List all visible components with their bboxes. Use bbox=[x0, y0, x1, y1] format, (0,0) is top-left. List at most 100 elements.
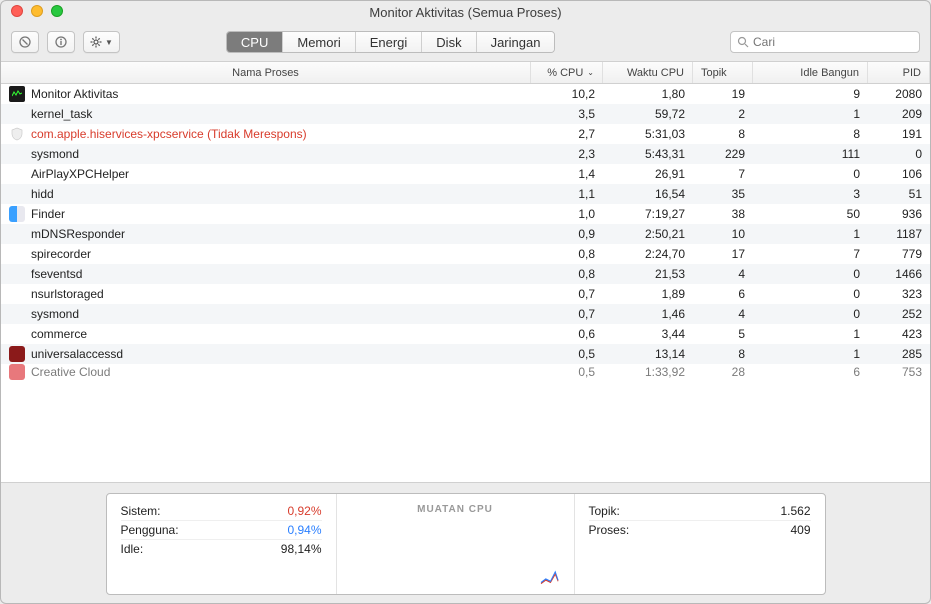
cell-time: 1,46 bbox=[603, 307, 693, 321]
table-row[interactable]: commerce0,63,4451423 bbox=[1, 324, 930, 344]
cell-idle: 0 bbox=[753, 167, 868, 181]
cell-time: 13,14 bbox=[603, 347, 693, 361]
tab-disk[interactable]: Disk bbox=[422, 32, 476, 52]
cell-threads: 7 bbox=[693, 167, 753, 181]
zoom-button[interactable] bbox=[51, 5, 63, 17]
cell-pid: 1466 bbox=[868, 267, 930, 281]
col-name[interactable]: Nama Proses bbox=[1, 62, 531, 83]
tab-energy[interactable]: Energi bbox=[356, 32, 423, 52]
cell-idle: 0 bbox=[753, 287, 868, 301]
cell-threads: 2 bbox=[693, 107, 753, 121]
process-name: hidd bbox=[31, 187, 54, 201]
cell-threads: 19 bbox=[693, 87, 753, 101]
cell-idle: 1 bbox=[753, 227, 868, 241]
cell-cpu: 0,9 bbox=[531, 227, 603, 241]
col-threads[interactable]: Topik bbox=[693, 62, 753, 83]
chevron-down-icon: ▼ bbox=[105, 38, 113, 47]
stop-process-button[interactable] bbox=[11, 31, 39, 53]
info-button[interactable] bbox=[47, 31, 75, 53]
cell-idle: 1 bbox=[753, 107, 868, 121]
cell-pid: 2080 bbox=[868, 87, 930, 101]
table-row[interactable]: universalaccessd0,513,1481285 bbox=[1, 344, 930, 364]
cell-pid: 209 bbox=[868, 107, 930, 121]
stat-value: 1.562 bbox=[780, 504, 810, 518]
cell-cpu: 1,4 bbox=[531, 167, 603, 181]
gear-icon bbox=[90, 36, 102, 48]
table-row[interactable]: kernel_task3,559,7221209 bbox=[1, 104, 930, 124]
cell-pid: 285 bbox=[868, 347, 930, 361]
cell-name: nsurlstoraged bbox=[1, 286, 531, 302]
toolbar: ▼ CPU Memori Energi Disk Jaringan bbox=[1, 23, 930, 61]
cell-threads: 8 bbox=[693, 347, 753, 361]
table-row[interactable]: fseventsd0,821,53401466 bbox=[1, 264, 930, 284]
process-table: Nama Proses % CPU⌄ Waktu CPU Topik Idle … bbox=[1, 61, 930, 483]
process-name: nsurlstoraged bbox=[31, 287, 104, 301]
cell-time: 3,44 bbox=[603, 327, 693, 341]
settings-button[interactable]: ▼ bbox=[83, 31, 120, 53]
cell-name: hidd bbox=[1, 186, 531, 202]
table-row[interactable]: com.apple.hiservices-xpcservice (Tidak M… bbox=[1, 124, 930, 144]
stat-row: Pengguna:0,94% bbox=[121, 521, 322, 540]
cell-time: 5:43,31 bbox=[603, 147, 693, 161]
cell-cpu: 0,7 bbox=[531, 287, 603, 301]
stat-label: Topik: bbox=[589, 504, 620, 518]
cell-cpu: 1,1 bbox=[531, 187, 603, 201]
stat-row: Sistem: 0,92% bbox=[121, 502, 322, 521]
tab-network[interactable]: Jaringan bbox=[477, 32, 555, 52]
search-input[interactable] bbox=[753, 35, 913, 49]
cell-name: fseventsd bbox=[1, 266, 531, 282]
cell-pid: 753 bbox=[868, 365, 930, 379]
col-cpu[interactable]: % CPU⌄ bbox=[531, 62, 603, 83]
cell-cpu: 3,5 bbox=[531, 107, 603, 121]
cell-threads: 17 bbox=[693, 247, 753, 261]
cell-idle: 3 bbox=[753, 187, 868, 201]
table-row[interactable]: mDNSResponder0,92:50,211011187 bbox=[1, 224, 930, 244]
cell-name: com.apple.hiservices-xpcservice (Tidak M… bbox=[1, 126, 531, 142]
cell-idle: 0 bbox=[753, 267, 868, 281]
table-row[interactable]: spirecorder0,82:24,70177779 bbox=[1, 244, 930, 264]
cell-name: Creative Cloud bbox=[1, 364, 531, 380]
cell-cpu: 0,6 bbox=[531, 327, 603, 341]
table-row[interactable]: Finder1,07:19,273850936 bbox=[1, 204, 930, 224]
tab-cpu[interactable]: CPU bbox=[227, 32, 283, 52]
cell-idle: 1 bbox=[753, 347, 868, 361]
process-name: spirecorder bbox=[31, 247, 91, 261]
cell-threads: 4 bbox=[693, 307, 753, 321]
summary-panel: Sistem:0,92%Pengguna:0,94%Idle:98,14% MU… bbox=[106, 493, 826, 595]
cell-pid: 51 bbox=[868, 187, 930, 201]
col-time[interactable]: Waktu CPU bbox=[603, 62, 693, 83]
cell-cpu: 1,0 bbox=[531, 207, 603, 221]
tab-memory[interactable]: Memori bbox=[283, 32, 355, 52]
table-row[interactable]: nsurlstoraged0,71,8960323 bbox=[1, 284, 930, 304]
table-row[interactable]: Monitor Aktivitas10,21,801992080 bbox=[1, 84, 930, 104]
stat-value: 98,14% bbox=[281, 542, 322, 556]
cell-cpu: 0,5 bbox=[531, 347, 603, 361]
search-field[interactable] bbox=[730, 31, 920, 53]
stat-row: Topik: 1.562 bbox=[589, 502, 811, 521]
cell-threads: 35 bbox=[693, 187, 753, 201]
stop-icon bbox=[19, 36, 31, 48]
process-name: kernel_task bbox=[31, 107, 92, 121]
cpu-usage-stats: Sistem:0,92%Pengguna:0,94%Idle:98,14% bbox=[107, 494, 337, 594]
stat-label: Sistem: bbox=[121, 504, 161, 518]
table-row[interactable]: sysmond0,71,4640252 bbox=[1, 304, 930, 324]
stat-value: 0,92% bbox=[287, 504, 321, 518]
cell-name: Monitor Aktivitas bbox=[1, 86, 531, 102]
cell-time: 1,89 bbox=[603, 287, 693, 301]
stat-label: Pengguna: bbox=[121, 523, 179, 537]
close-button[interactable] bbox=[11, 5, 23, 17]
table-row[interactable]: AirPlayXPCHelper1,426,9170106 bbox=[1, 164, 930, 184]
col-idle-wake[interactable]: Idle Bangun bbox=[753, 62, 868, 83]
cell-idle: 8 bbox=[753, 127, 868, 141]
cell-pid: 423 bbox=[868, 327, 930, 341]
col-pid[interactable]: PID bbox=[868, 62, 930, 83]
table-body[interactable]: Monitor Aktivitas10,21,801992080 kernel_t… bbox=[1, 84, 930, 482]
table-row[interactable]: hidd1,116,5435351 bbox=[1, 184, 930, 204]
cell-threads: 10 bbox=[693, 227, 753, 241]
footer: Sistem:0,92%Pengguna:0,94%Idle:98,14% MU… bbox=[1, 483, 930, 603]
cell-time: 26,91 bbox=[603, 167, 693, 181]
table-row[interactable]: Creative Cloud0,51:33,92286753 bbox=[1, 364, 930, 380]
minimize-button[interactable] bbox=[31, 5, 43, 17]
cell-time: 7:19,27 bbox=[603, 207, 693, 221]
table-row[interactable]: sysmond2,35:43,312291110 bbox=[1, 144, 930, 164]
